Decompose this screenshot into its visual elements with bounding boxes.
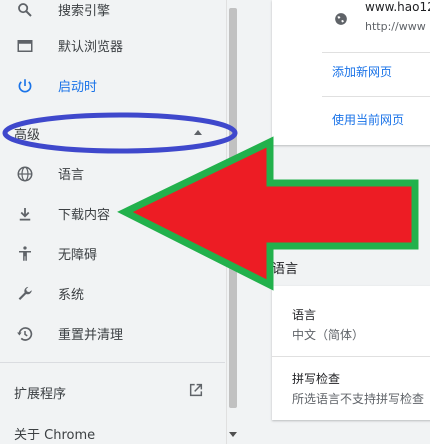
card-divider	[322, 96, 430, 97]
sidebar-item-on-startup[interactable]: 启动时	[0, 66, 238, 106]
language-row-value: 中文（简体）	[292, 328, 365, 342]
sidebar-item-label: 系统	[58, 288, 85, 303]
card-divider	[322, 52, 430, 53]
startup-page-url: www.hao12	[365, 0, 430, 14]
open-in-new-icon[interactable]	[188, 382, 204, 398]
globe-icon	[17, 166, 33, 182]
scrollbar-thumb[interactable]	[229, 8, 237, 408]
sidebar-item-label: 扩展程序	[14, 387, 67, 402]
wrench-icon	[18, 286, 32, 300]
languages-card: 语言 中文（简体） 拼写检查 所选语言不支持拼写检查	[272, 286, 430, 420]
advanced-label: 高级	[14, 128, 41, 143]
spellcheck-row-value: 所选语言不支持拼写检查	[292, 392, 425, 406]
sidebar-item-label: 无障碍	[58, 248, 98, 263]
sidebar-item-label: 重置并清理	[58, 328, 124, 343]
accessibility-icon	[19, 246, 31, 261]
sidebar-item-accessibility[interactable]: 无障碍	[0, 234, 238, 274]
languages-section-title: 语言	[272, 262, 299, 277]
sidebar-item-default-browser[interactable]: 默认浏览器	[0, 26, 238, 66]
sidebar-item-label: 搜索引擎	[58, 4, 111, 19]
sidebar-item-downloads[interactable]: 下载内容	[0, 194, 238, 234]
settings-sidebar: 搜索引擎 默认浏览器 启动时 高级 语言 下载内容 无障碍 系统 重置并清理 扩…	[0, 0, 238, 444]
sidebar-scrollbar[interactable]	[226, 0, 239, 444]
search-icon	[18, 3, 32, 17]
scroll-down-arrow-icon[interactable]	[229, 432, 237, 437]
browser-window-icon	[17, 40, 33, 52]
sidebar-item-reset-and-clean[interactable]: 重置并清理	[0, 314, 238, 354]
add-new-page-link[interactable]: 添加新网页	[332, 63, 392, 80]
startup-page-url-full: http://www	[365, 20, 426, 33]
sidebar-divider	[0, 362, 225, 363]
spellcheck-row-title: 拼写检查	[292, 372, 341, 386]
card-divider	[272, 356, 430, 357]
sidebar-item-label: 默认浏览器	[58, 40, 124, 55]
power-icon	[18, 79, 32, 93]
sidebar-item-languages[interactable]: 语言	[0, 154, 238, 194]
sidebar-item-system[interactable]: 系统	[0, 274, 238, 314]
sidebar-item-label: 下载内容	[58, 208, 111, 223]
download-icon	[19, 208, 31, 221]
advanced-section-toggle[interactable]: 高级	[14, 124, 204, 143]
restore-icon	[17, 327, 33, 341]
language-row-title: 语言	[292, 308, 317, 322]
sidebar-item-label: 启动时	[58, 80, 98, 95]
sidebar-item-about-chrome[interactable]: 关于 Chrome	[14, 424, 95, 443]
use-current-pages-link[interactable]: 使用当前网页	[332, 111, 404, 128]
startup-pages-card: www.hao12 http://www 添加新网页 使用当前网页	[272, 0, 430, 145]
chevron-up-icon	[194, 130, 202, 135]
globe-icon	[335, 13, 347, 25]
sidebar-item-label: 语言	[58, 168, 85, 183]
